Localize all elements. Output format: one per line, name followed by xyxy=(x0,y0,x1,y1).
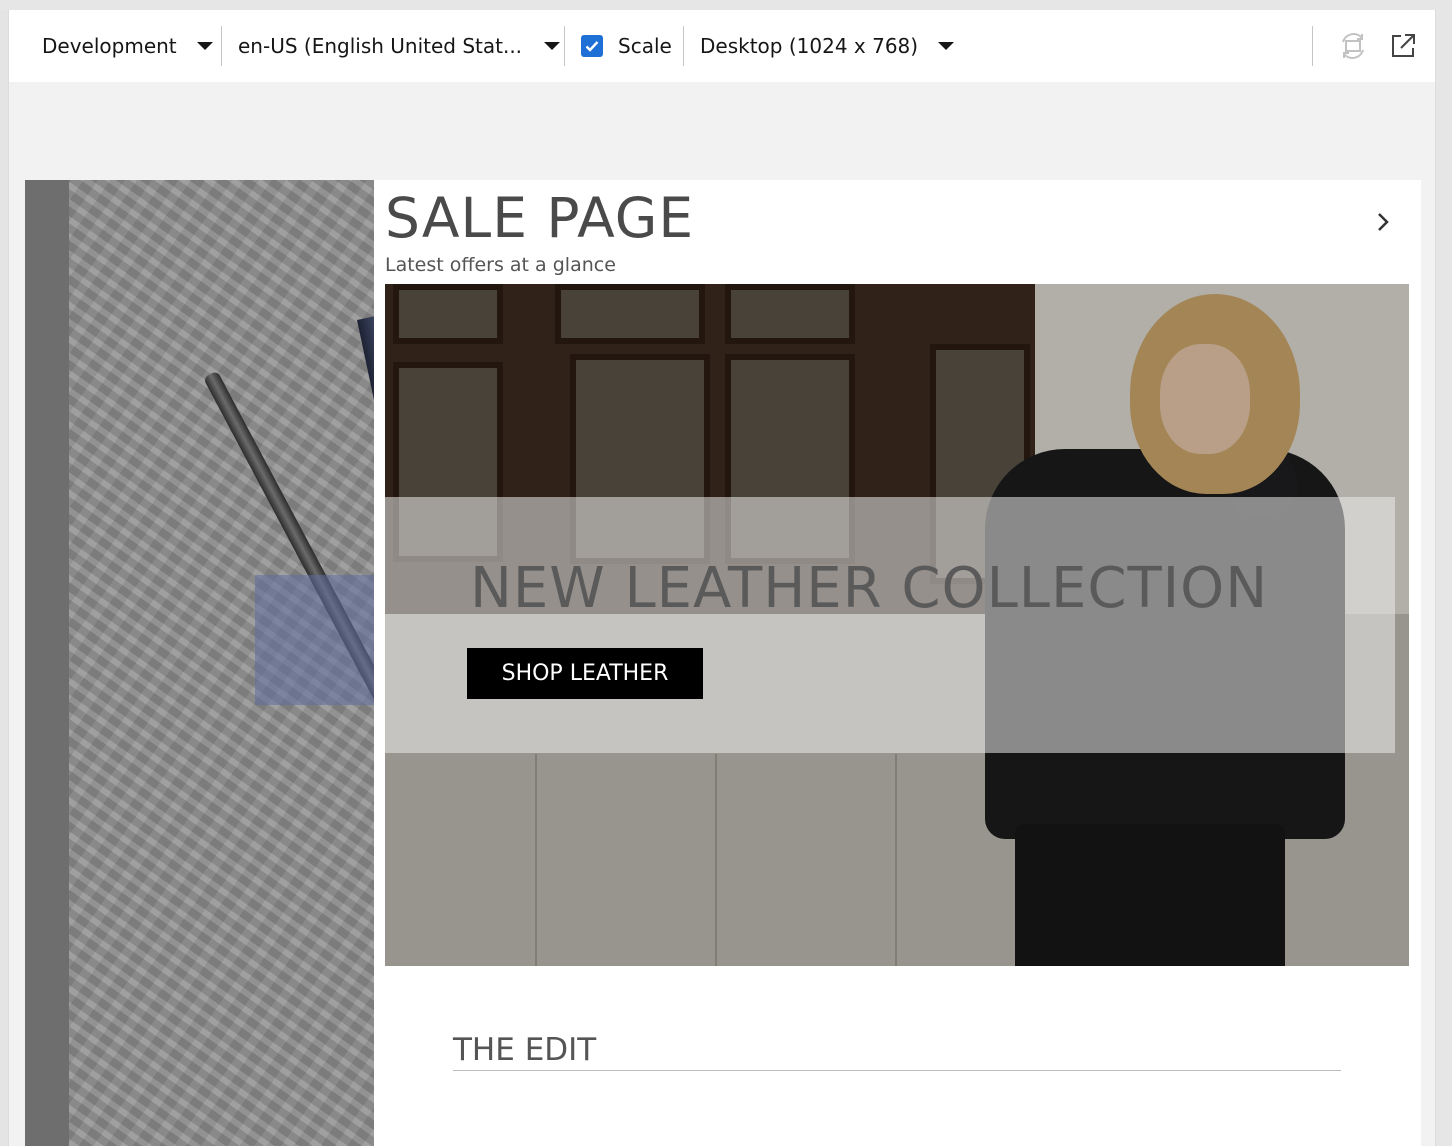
side-image xyxy=(25,180,374,1146)
hero-heading: NEW LEATHER COLLECTION xyxy=(470,556,1269,621)
device-label: Desktop (1024 x 768) xyxy=(700,34,919,58)
window-top-strip xyxy=(0,0,1452,10)
section-title: THE EDIT xyxy=(453,1032,597,1068)
hero-banner: NEW LEATHER COLLECTION SHOP LEATHER xyxy=(385,284,1409,966)
preview-toolbar: Development en-US (English United Stat..… xyxy=(9,10,1435,82)
device-dropdown[interactable]: Desktop (1024 x 768) xyxy=(684,26,955,66)
right-gutter xyxy=(1436,10,1452,1146)
scale-toggle[interactable]: Scale xyxy=(565,26,683,66)
rotate-device-button[interactable] xyxy=(1335,28,1371,64)
environment-label: Development xyxy=(42,34,177,58)
chevron-down-icon xyxy=(196,42,213,50)
checkmark-icon xyxy=(585,41,599,52)
page-title: SALE PAGE xyxy=(385,186,695,250)
open-external-button[interactable] xyxy=(1385,28,1421,64)
hero-overlay xyxy=(385,497,1395,753)
toolbar-divider xyxy=(1312,26,1313,66)
page-preview: SALE PAGE Latest offers at a glance NEW … xyxy=(25,180,1421,1146)
locale-dropdown[interactable]: en-US (English United Stat... xyxy=(222,26,564,66)
chevron-down-icon xyxy=(544,42,561,50)
scale-label: Scale xyxy=(618,34,672,58)
preview-app: Development en-US (English United Stat..… xyxy=(8,10,1436,1146)
scale-checkbox[interactable] xyxy=(581,35,603,57)
open-external-icon xyxy=(1392,34,1415,57)
chevron-right-icon[interactable] xyxy=(1371,210,1395,234)
shop-leather-button[interactable]: SHOP LEATHER xyxy=(467,648,703,699)
rotate-device-icon xyxy=(1342,33,1364,59)
page-subtitle: Latest offers at a glance xyxy=(385,254,616,276)
section-divider xyxy=(453,1070,1341,1071)
chevron-down-icon xyxy=(938,42,955,50)
environment-dropdown[interactable]: Development xyxy=(9,26,221,66)
locale-label: en-US (English United Stat... xyxy=(238,34,523,58)
